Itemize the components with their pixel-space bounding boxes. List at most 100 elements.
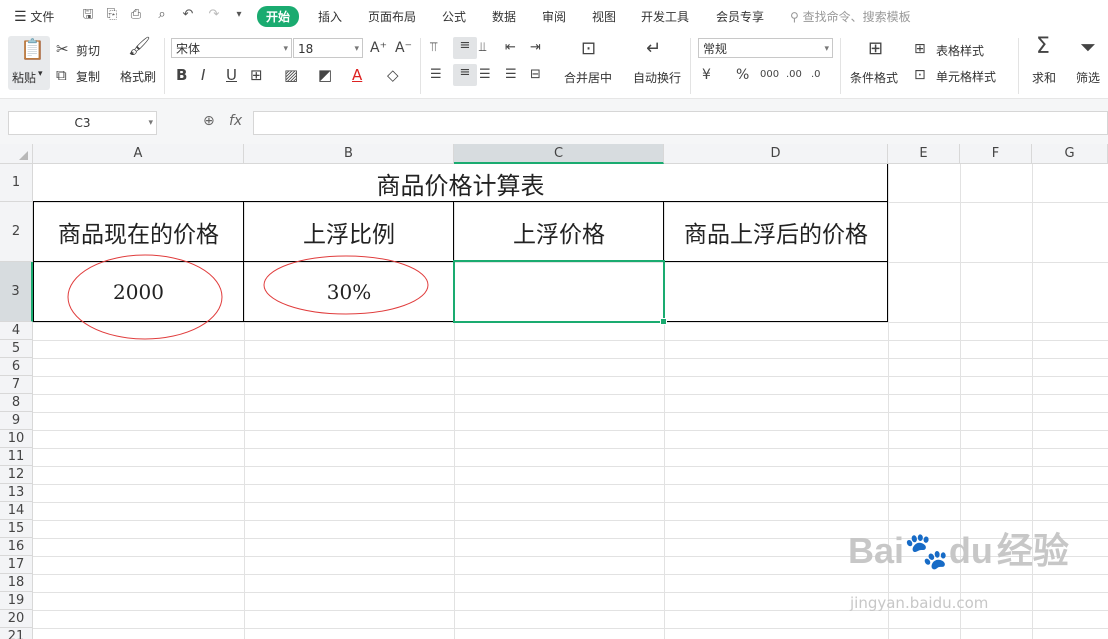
number-format-select[interactable]: 常规 ▾ [698, 38, 833, 58]
paste-dropdown-icon: ▾ [38, 69, 43, 79]
bold-icon[interactable]: B [176, 66, 187, 84]
thousands-icon[interactable]: 000 [760, 66, 779, 84]
underline-icon[interactable]: U [226, 66, 237, 84]
menu-file[interactable]: ☰ 文件 [14, 8, 54, 25]
number-format-value: 常规 [703, 42, 728, 56]
tab-view[interactable]: 视图 [592, 8, 616, 25]
clear-format-icon[interactable]: ◇ [387, 66, 399, 84]
copy-button[interactable]: 复制 [76, 68, 100, 85]
hamburger-icon: ☰ [14, 9, 27, 25]
sum-icon[interactable]: Σ [1036, 36, 1050, 58]
cut-icon[interactable]: ✂ [56, 40, 69, 58]
font-color-icon[interactable]: A [352, 66, 362, 84]
table-style-button[interactable]: 表格样式 [936, 42, 984, 59]
filter-button[interactable]: 筛选 [1076, 69, 1100, 86]
filter-icon[interactable]: ⏷ [1080, 37, 1096, 57]
ribbon-separator [420, 38, 421, 94]
decrease-decimal-icon[interactable]: .0 [811, 66, 821, 84]
command-search[interactable]: ⚲ 查找命令、搜索模板 [790, 8, 911, 25]
save-icon[interactable]: 🖫 [80, 7, 96, 23]
ribbon-separator [1018, 38, 1019, 94]
watermark-url: jingyan.baidu.com [850, 594, 989, 612]
watermark-cn: 经验 [996, 530, 1069, 571]
chevron-down-icon: ▾ [148, 118, 153, 128]
customize-dropdown-icon[interactable]: ▾ [231, 7, 247, 23]
ribbon-toolbar: 📋 粘贴 ▾ ✂ 剪切 ⧉ 复制 🖌 格式刷 宋体 ▾ 18 ▾ A⁺ A⁻ B… [0, 32, 1108, 98]
format-painter-button[interactable]: 格式刷 [120, 68, 156, 85]
name-box-value: C3 [74, 116, 91, 130]
align-left-icon[interactable]: ☰ [430, 66, 442, 84]
formula-bar: C3 ▾ ⊕ fx [0, 98, 1108, 145]
align-right-icon[interactable]: ☰ [479, 66, 491, 84]
paw-icon: 🐾 [904, 530, 949, 571]
increase-indent-icon[interactable]: ⇥ [530, 39, 541, 57]
font-name-value: 宋体 [176, 42, 201, 56]
search-icon: ⚲ [790, 10, 799, 24]
font-size-value: 18 [298, 42, 314, 56]
percent-icon[interactable]: % [736, 66, 749, 84]
ribbon-separator [690, 38, 691, 94]
tab-member[interactable]: 会员专享 [716, 8, 764, 25]
chevron-down-icon: ▾ [354, 44, 359, 54]
watermark-brand-du: du [948, 530, 993, 571]
tab-insert[interactable]: 插入 [318, 8, 342, 25]
search-placeholder: 查找命令、搜索模板 [802, 10, 911, 24]
ribbon-separator [164, 38, 165, 94]
tab-page-layout[interactable]: 页面布局 [368, 8, 416, 25]
align-bottom-icon[interactable]: ⫫ [479, 39, 486, 57]
increase-decimal-icon[interactable]: .00 [786, 66, 802, 84]
tab-developer[interactable]: 开发工具 [641, 8, 689, 25]
print-icon[interactable]: ⎙ [128, 7, 144, 23]
merge-center-button[interactable]: 合并居中 [564, 69, 612, 86]
currency-icon[interactable]: ¥ [702, 66, 711, 84]
menu-file-label: 文件 [30, 10, 55, 24]
increase-font-icon[interactable]: A⁺ [370, 39, 387, 57]
italic-icon[interactable]: I [201, 66, 205, 84]
redo-icon[interactable]: ↷ [206, 7, 222, 23]
ribbon-separator [840, 38, 841, 94]
zoom-icon[interactable]: ⊕ [203, 113, 215, 129]
formula-input[interactable] [253, 111, 1108, 135]
align-top-icon[interactable]: ⫪ [430, 39, 437, 57]
wrap-text-icon[interactable]: ↵ [646, 40, 661, 58]
print-preview-icon[interactable]: ⌕ [154, 7, 170, 23]
format-painter-icon[interactable]: 🖌 [128, 38, 151, 56]
fill-style-icon[interactable]: ▨ [284, 66, 298, 84]
insert-function-button[interactable]: fx [229, 113, 242, 129]
chevron-down-icon: ▾ [283, 44, 288, 54]
sum-button[interactable]: 求和 [1032, 69, 1056, 86]
decrease-indent-icon[interactable]: ⇤ [505, 39, 516, 57]
justify-icon[interactable]: ☰ [505, 66, 517, 84]
decrease-font-icon[interactable]: A⁻ [395, 39, 412, 57]
name-box[interactable]: C3 ▾ [8, 111, 157, 135]
watermark-brand-bai: Bai [848, 530, 905, 571]
align-center-icon[interactable]: ≡ [453, 64, 477, 86]
table-style-icon[interactable]: ⊞ [914, 40, 926, 58]
cell-style-icon[interactable]: ⊡ [914, 66, 926, 84]
watermark-brand: Bai🐾du 经验 [848, 522, 1069, 574]
font-name-select[interactable]: 宋体 ▾ [171, 38, 292, 58]
annotation-ellipse-price [67, 254, 223, 340]
align-middle-icon[interactable]: ≡ [453, 37, 477, 59]
export-icon[interactable]: ⎘ [104, 7, 120, 23]
font-size-select[interactable]: 18 ▾ [293, 38, 363, 58]
menu-bar: ☰ 文件 🖫 ⎘ ⎙ ⌕ ↶ ↷ ▾ 开始 插入 页面布局 公式 数据 审阅 视… [0, 0, 1108, 32]
cell-style-button[interactable]: 单元格样式 [936, 68, 996, 85]
paste-button[interactable]: 📋 粘贴 ▾ [8, 36, 50, 90]
undo-icon[interactable]: ↶ [180, 7, 196, 23]
fill-color-icon[interactable]: ◩ [318, 66, 332, 84]
cut-button[interactable]: 剪切 [76, 42, 100, 59]
tab-data[interactable]: 数据 [492, 8, 516, 25]
chevron-down-icon: ▾ [824, 44, 829, 54]
conditional-format-icon[interactable]: ⊞ [868, 40, 883, 58]
tab-formula[interactable]: 公式 [442, 8, 466, 25]
copy-icon[interactable]: ⧉ [56, 66, 67, 84]
tab-review[interactable]: 审阅 [542, 8, 566, 25]
conditional-format-button[interactable]: 条件格式 [850, 69, 898, 86]
border-icon[interactable]: ⊞ [250, 66, 263, 84]
merge-center-icon[interactable]: ⊡ [581, 40, 596, 58]
wrap-text-button[interactable]: 自动换行 [633, 69, 681, 86]
tab-home[interactable]: 开始 [257, 6, 300, 27]
distributed-icon[interactable]: ⊟ [530, 66, 541, 84]
paste-icon: 📋 [20, 37, 45, 61]
